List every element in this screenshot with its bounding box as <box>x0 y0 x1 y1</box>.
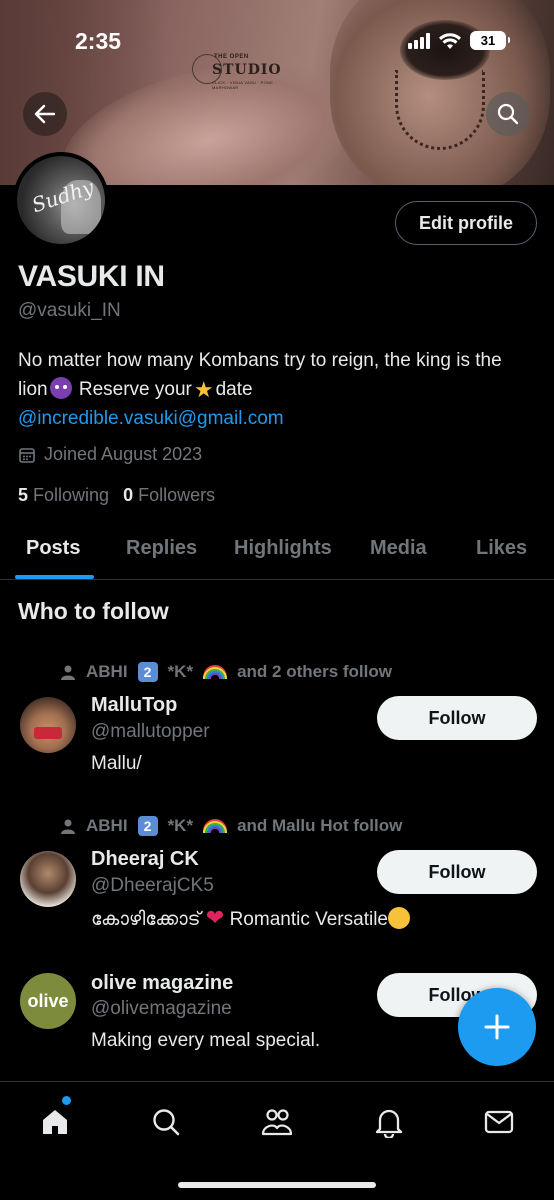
smiling-devil-emoji-icon <box>49 377 72 399</box>
studio-logo-main: STUDIO <box>212 62 282 78</box>
suggestion-handle: @DheerajCK5 <box>91 875 214 896</box>
followers-link[interactable]: 0 Followers <box>123 485 215 506</box>
followers-label: Followers <box>138 485 216 505</box>
home-indicator <box>178 1182 376 1188</box>
social-name-1: ABHI <box>86 816 128 835</box>
follow-stats: 5 Following 0 Followers <box>18 485 215 506</box>
home-notification-dot <box>62 1096 71 1105</box>
social-context-text: and Mallu Hot follow <box>237 816 403 835</box>
plus-icon <box>484 1014 510 1040</box>
bio-text-4: date <box>215 379 253 400</box>
envelope-icon <box>484 1110 514 1134</box>
avatar[interactable] <box>20 697 76 753</box>
follow-button[interactable]: Follow <box>377 850 537 894</box>
compose-post-button[interactable] <box>458 988 536 1066</box>
home-icon <box>43 1110 67 1134</box>
tab-posts[interactable]: Posts <box>26 537 80 560</box>
social-name-2: *K* <box>167 662 194 681</box>
follow-button[interactable]: Follow <box>377 696 537 740</box>
profile-handle: @vasuki_IN <box>18 300 121 321</box>
search-icon <box>497 103 519 125</box>
suggestion-bio: Mallu/ <box>91 753 142 774</box>
joined-text: Joined August 2023 <box>44 444 203 464</box>
joined-date: Joined August 2023 <box>18 444 202 465</box>
suggestion-name[interactable]: Dheeraj CK <box>91 848 199 871</box>
rainbow-emoji-icon <box>203 819 228 833</box>
studio-logo: THE OPEN STUDIO CLICK · VISUA VASU · PON… <box>192 52 282 96</box>
social-context: ABHI 2 *K* and 2 others follow <box>60 662 392 682</box>
profile-tabs: Posts Replies Highlights Media Likes <box>0 520 554 580</box>
bell-icon <box>375 1109 403 1138</box>
who-to-follow-title: Who to follow <box>18 598 169 624</box>
star-emoji-icon: ★ <box>193 377 214 402</box>
person-icon <box>61 819 75 834</box>
avatar[interactable]: olive <box>20 973 76 1029</box>
suggestion-bio: കോഴിക്കോട് ❤ Romantic Versatile <box>91 905 410 931</box>
social-context: ABHI 2 *K* and Mallu Hot follow <box>60 816 402 836</box>
nav-search[interactable] <box>146 1102 186 1142</box>
keycap-two-emoji-icon: 2 <box>137 816 158 836</box>
battery-icon: 31 <box>470 31 510 50</box>
calendar-icon <box>19 447 35 463</box>
social-name-2: *K* <box>167 816 194 835</box>
suggestion-bio-place: കോഴിക്കോട് <box>91 909 201 930</box>
tab-media[interactable]: Media <box>370 537 427 560</box>
search-icon <box>153 1109 180 1136</box>
cellular-signal-icon <box>408 32 430 49</box>
wifi-icon <box>439 32 461 49</box>
nav-communities[interactable] <box>257 1102 297 1142</box>
communities-icon <box>261 1109 293 1136</box>
following-count: 5 <box>18 485 29 505</box>
suggestion-handle: @olivemagazine <box>91 998 232 1019</box>
suggestion-name[interactable]: MalluTop <box>91 694 177 717</box>
back-arrow-icon <box>34 104 56 124</box>
tab-replies[interactable]: Replies <box>126 537 197 560</box>
active-tab-indicator <box>15 575 94 579</box>
relieved-face-emoji-icon <box>387 907 410 929</box>
social-context-text: and 2 others follow <box>237 662 392 681</box>
rainbow-emoji-icon <box>203 665 228 679</box>
suggestion-bio: Making every meal special. <box>91 1030 321 1051</box>
followers-count: 0 <box>123 485 134 505</box>
status-time: 2:35 <box>75 28 122 54</box>
nav-home[interactable] <box>35 1102 75 1142</box>
suggestion-name[interactable]: olive magazine <box>91 972 233 995</box>
tab-highlights[interactable]: Highlights <box>234 537 332 560</box>
nav-notifications[interactable] <box>369 1102 409 1142</box>
profile-avatar[interactable]: Sudhy <box>13 152 109 248</box>
bio-text-3: Reserve your <box>78 379 192 400</box>
search-button[interactable] <box>486 92 530 136</box>
following-label: Following <box>33 485 110 505</box>
suggestion-bio-text: Romantic Versatile <box>229 909 388 930</box>
red-heart-emoji-icon: ❤ <box>205 905 225 930</box>
avatar-logo-text: olive <box>27 990 69 1011</box>
profile-bio: No matter how many Kombans try to reign,… <box>18 346 538 433</box>
bio-email-link[interactable]: @incredible.vasuki@gmail.com <box>18 408 284 429</box>
edit-profile-button[interactable]: Edit profile <box>395 201 537 245</box>
avatar-detail <box>34 727 62 739</box>
profile-name: VASUKI IN <box>18 260 165 293</box>
bio-text-2: lion <box>18 379 48 400</box>
back-button[interactable] <box>23 92 67 136</box>
suggestion-handle: @mallutopper <box>91 721 210 742</box>
keycap-two-emoji-icon: 2 <box>137 662 158 682</box>
avatar-image: Sudhy <box>17 156 105 244</box>
tab-likes[interactable]: Likes <box>476 537 527 560</box>
nav-messages[interactable] <box>479 1102 519 1142</box>
studio-logo-top: THE OPEN <box>214 54 249 60</box>
social-name-1: ABHI <box>86 662 128 681</box>
avatar[interactable] <box>20 851 76 907</box>
bio-text-1: No matter how many Kombans try to reign,… <box>18 350 502 371</box>
status-icons: 31 <box>408 31 510 50</box>
person-icon <box>61 665 75 680</box>
following-link[interactable]: 5 Following <box>18 485 109 506</box>
studio-logo-sub: CLICK · VISUA VASU · PONE · MARHOWAR <box>212 80 277 90</box>
